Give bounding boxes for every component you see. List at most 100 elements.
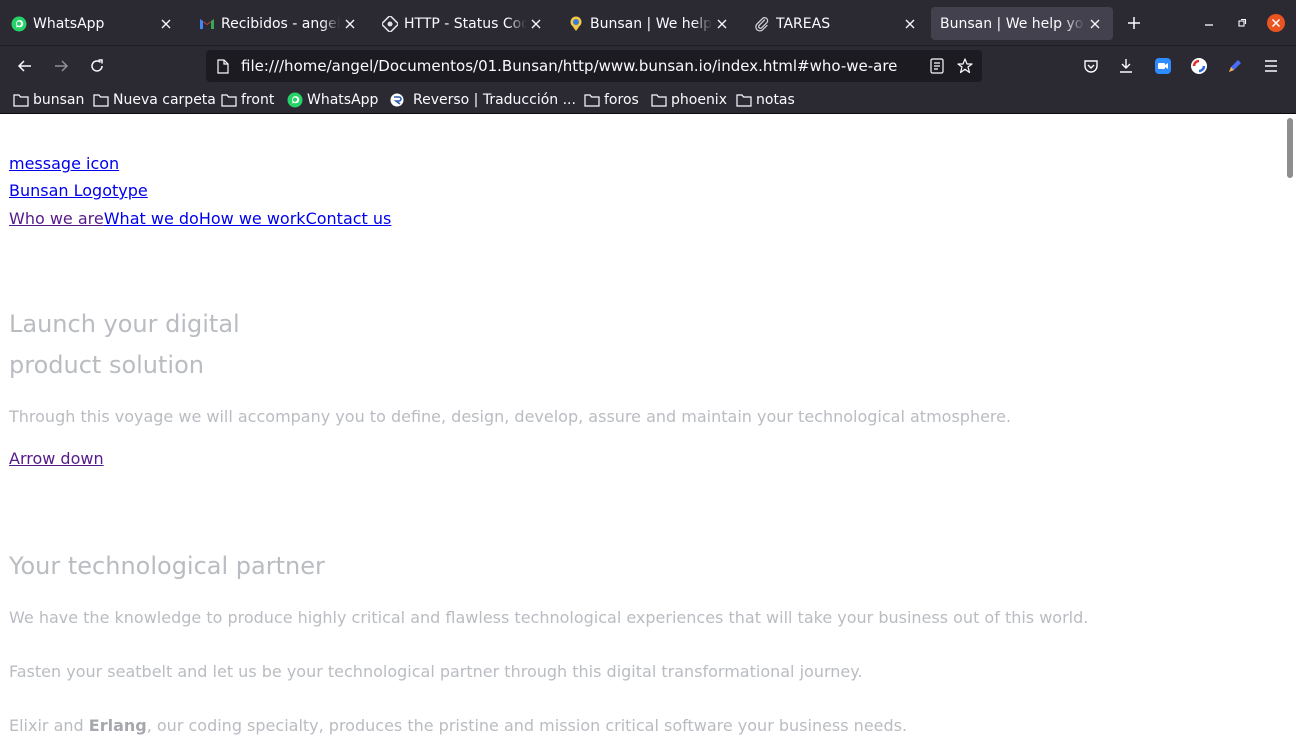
- scrollbar-thumb[interactable]: [1287, 118, 1293, 178]
- nav-contact-us[interactable]: Contact us: [306, 209, 392, 228]
- hero-subtitle: Through this voyage we will accompany yo…: [9, 407, 1012, 426]
- page-viewport: message icon Bunsan Logotype Who we areW…: [0, 115, 1296, 743]
- tab-bunsan-active[interactable]: Bunsan | We help you a: [931, 7, 1113, 40]
- bookmark-label: foros: [604, 92, 639, 108]
- restore-button[interactable]: [1232, 13, 1252, 33]
- reader-view-icon[interactable]: [929, 58, 945, 74]
- tab-label: Bunsan | We help you a: [940, 15, 1085, 32]
- extension-button[interactable]: [1188, 55, 1210, 77]
- minimize-button[interactable]: [1199, 13, 1219, 33]
- hero-title-line2: product solution: [9, 351, 204, 379]
- arrow-left-icon: [17, 60, 31, 72]
- tab-gmail[interactable]: Recibidos - angel.hu: [188, 7, 368, 40]
- tab-label: TAREAS: [776, 15, 831, 32]
- minimize-icon: [1205, 24, 1213, 26]
- zoom-icon: [1155, 58, 1171, 74]
- hamburger-menu-icon: [1265, 60, 1277, 72]
- close-tab-icon[interactable]: [712, 14, 732, 34]
- bookmark-label: notas: [756, 92, 795, 108]
- tab-http-status[interactable]: HTTP - Status Code: [371, 7, 554, 40]
- close-icon: [1267, 14, 1285, 32]
- close-tab-icon[interactable]: [900, 14, 920, 34]
- page-icon: [215, 58, 231, 74]
- bookmark-label: phoenix: [671, 92, 727, 108]
- nav-who-we-are[interactable]: Who we are: [9, 209, 104, 228]
- bookmark-label: Nueva carpeta: [113, 92, 216, 108]
- folder-icon: [13, 92, 29, 108]
- tab-tareas[interactable]: TAREAS: [743, 7, 928, 40]
- menu-button[interactable]: [1260, 55, 1282, 77]
- bookmark-foros[interactable]: foros: [584, 91, 639, 109]
- bookmark-whatsapp[interactable]: WhatsApp: [287, 91, 378, 109]
- downloads-button[interactable]: [1115, 55, 1137, 77]
- folder-icon: [584, 92, 600, 108]
- bookmarks-toolbar: bunsan Nueva carpeta front WhatsApp Reve…: [0, 86, 1296, 114]
- partner-paragraph-3: Elixir and Erlang, our coding specialty,…: [9, 716, 907, 735]
- message-icon-link[interactable]: message icon: [9, 154, 119, 173]
- tab-bar: WhatsApp Recibidos - angel.hu HTTP - Sta…: [0, 0, 1296, 46]
- reload-button[interactable]: [86, 55, 108, 77]
- hero-title-line1: Launch your digital: [9, 310, 240, 338]
- close-window-button[interactable]: [1266, 13, 1286, 33]
- pocket-button[interactable]: [1080, 55, 1102, 77]
- close-tab-icon[interactable]: [1085, 14, 1105, 34]
- close-tab-icon[interactable]: [156, 14, 176, 34]
- bookmark-label: bunsan: [33, 92, 85, 108]
- bookmark-reverso[interactable]: Reverso | Traducción ...: [389, 91, 576, 109]
- bookmark-phoenix[interactable]: phoenix: [651, 91, 727, 109]
- back-button[interactable]: [14, 55, 36, 77]
- tab-bunsan[interactable]: Bunsan | We help yo: [557, 7, 740, 40]
- site-nav: Who we areWhat we doHow we workContact u…: [9, 209, 391, 228]
- logotype-link[interactable]: Bunsan Logotype: [9, 181, 148, 200]
- bookmark-label: front: [241, 92, 275, 108]
- reload-icon: [91, 59, 103, 72]
- address-bar[interactable]: file:///home/angel/Documentos/01.Bunsan/…: [206, 50, 982, 82]
- tab-label: HTTP - Status Code: [404, 15, 526, 32]
- bookmark-star-icon[interactable]: [957, 58, 973, 74]
- reverso-icon: [389, 92, 405, 108]
- extension-circle-icon: [1191, 58, 1207, 74]
- folder-icon: [93, 92, 109, 108]
- tab-whatsapp[interactable]: WhatsApp: [0, 7, 184, 40]
- close-tab-icon[interactable]: [526, 14, 546, 34]
- tab-label: WhatsApp: [33, 15, 105, 32]
- nav-what-we-do[interactable]: What we do: [104, 209, 199, 228]
- new-tab-button[interactable]: [1124, 13, 1144, 33]
- gmail-icon: [199, 16, 215, 32]
- pen-icon: [1229, 60, 1241, 72]
- partner-title: Your technological partner: [9, 552, 325, 580]
- arrow-right-icon: [55, 60, 69, 72]
- folder-icon: [736, 92, 752, 108]
- url-text[interactable]: file:///home/angel/Documentos/01.Bunsan/…: [241, 57, 897, 75]
- paperclip-icon: [754, 16, 770, 32]
- plus-icon: [1128, 17, 1140, 29]
- bookmark-label: WhatsApp: [307, 92, 379, 108]
- bookmark-nueva-carpeta[interactable]: Nueva carpeta: [93, 91, 216, 109]
- erlang-bold: Erlang: [88, 716, 147, 735]
- bookmark-bunsan[interactable]: bunsan: [13, 91, 84, 109]
- bookmark-label: Reverso | Traducción ...: [413, 92, 576, 108]
- tab-label: Recibidos - angel.hu: [221, 15, 340, 32]
- folder-icon: [651, 92, 667, 108]
- tab-label: Bunsan | We help yo: [590, 15, 712, 32]
- folder-icon: [221, 92, 237, 108]
- partner-paragraph-2: Fasten your seatbelt and let us be your …: [9, 662, 863, 681]
- download-icon: [1120, 59, 1132, 73]
- bookmark-front[interactable]: front: [221, 91, 274, 109]
- pocket-icon: [1084, 60, 1098, 73]
- partner-paragraph-1: We have the knowledge to produce highly …: [9, 608, 1089, 627]
- bookmark-notas[interactable]: notas: [736, 91, 795, 109]
- restore-icon: [1238, 18, 1247, 27]
- p3-suffix: , our coding specialty, produces the pri…: [146, 716, 908, 735]
- whatsapp-icon: [287, 92, 303, 108]
- p3-prefix: Elixir and: [9, 716, 89, 735]
- whatsapp-icon: [11, 16, 27, 32]
- color-picker-button[interactable]: [1224, 55, 1246, 77]
- http-icon: [382, 15, 398, 32]
- close-tab-icon[interactable]: [340, 14, 360, 34]
- bunsan-icon: [568, 16, 584, 32]
- forward-button[interactable]: [50, 55, 72, 77]
- arrow-down-link[interactable]: Arrow down: [9, 449, 104, 468]
- zoom-extension-button[interactable]: [1152, 55, 1174, 77]
- nav-how-we-work[interactable]: How we work: [199, 209, 306, 228]
